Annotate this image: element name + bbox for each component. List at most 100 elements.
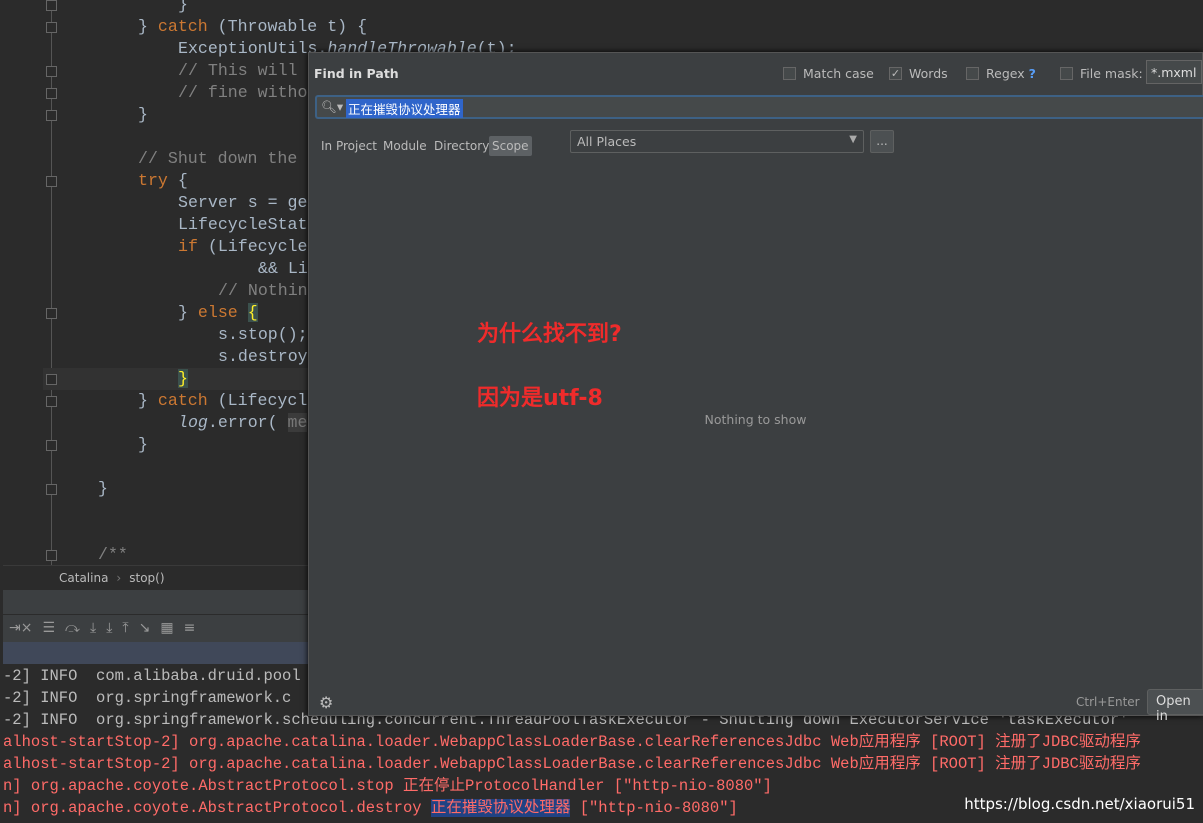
file-mask-input[interactable]: *.mxml	[1146, 60, 1202, 84]
code-token: ExceptionUtils.	[178, 39, 328, 58]
code-line: && Li	[258, 258, 308, 280]
code-token: LifecycleStat	[178, 215, 308, 234]
code-token: (Throwable t) {	[207, 17, 368, 36]
code-line: }	[138, 104, 148, 126]
code-line: s.destroy	[218, 346, 308, 368]
annotation-answer: 因为是utf-8	[477, 386, 603, 411]
regex-checkbox[interactable]: Regex?	[966, 66, 1036, 81]
code-line: }	[98, 478, 108, 500]
code-token: me	[287, 413, 308, 432]
chevron-down-icon: ▼	[849, 134, 857, 145]
step-over-icon[interactable]: ⤼	[65, 620, 80, 636]
code-line: try {	[138, 170, 188, 192]
code-line: Server s = ge	[178, 192, 307, 214]
regex-label: Regex	[986, 66, 1025, 81]
step-into-icon[interactable]: ⤓	[90, 620, 96, 636]
search-input[interactable]: 🔍︎▾ 正在摧毁协议处理器	[315, 95, 1203, 119]
code-token: .error(	[207, 413, 288, 432]
fold-icon[interactable]	[46, 308, 57, 319]
fold-icon[interactable]	[46, 176, 57, 187]
gear-icon[interactable]: ⚙	[319, 693, 333, 712]
code-token: }	[138, 391, 158, 410]
browse-scope-button[interactable]: ...	[870, 130, 894, 153]
code-token: if	[178, 237, 198, 256]
step-out-icon[interactable]: ⤒	[122, 620, 128, 636]
shortcut-hint: Ctrl+Enter	[1076, 695, 1140, 709]
code-line: } catch (Throwable t) {	[138, 16, 367, 38]
code-token: (Lifecycle	[197, 237, 308, 256]
code-token: (Lifecycl	[207, 391, 308, 410]
open-in-find-window-button[interactable]: Open in	[1147, 689, 1203, 724]
code-line: } catch (Lifecycl	[138, 390, 307, 412]
code-token: }	[178, 303, 198, 322]
tab-scope[interactable]: Scope	[489, 136, 532, 156]
code-token: catch	[157, 391, 208, 410]
checkbox-box[interactable]	[1060, 67, 1073, 80]
checkbox-box[interactable]	[783, 67, 796, 80]
force-step-into-icon[interactable]: ⤓	[106, 620, 112, 636]
code-token: catch	[157, 17, 208, 36]
trace-icon[interactable]: ≡	[184, 620, 196, 636]
empty-results: Nothing to show	[704, 412, 807, 427]
code-line: // Nothin	[218, 280, 308, 302]
code-token: }	[178, 369, 188, 388]
checkbox-box[interactable]	[966, 67, 979, 80]
fold-icon[interactable]	[46, 66, 57, 77]
find-in-path-dialog: Find in Path Match case ✓ Words Regex? Fi…	[308, 52, 1203, 724]
run-to-cursor-icon[interactable]: ↘	[139, 620, 151, 636]
fold-icon[interactable]	[46, 110, 57, 121]
console-line: -2] INFO org.springframework.c	[3, 689, 292, 707]
scope-select[interactable]: All Places ▼	[570, 130, 864, 153]
code-line: /**	[98, 544, 128, 565]
dialog-title: Find in Path	[314, 66, 399, 81]
code-line: }	[178, 0, 188, 16]
match-case-checkbox[interactable]: Match case	[783, 66, 874, 81]
code-line: log.error( me	[178, 412, 308, 434]
code-token: // fine witho	[178, 83, 308, 102]
file-mask-checkbox[interactable]: File mask:	[1060, 66, 1143, 81]
code-token: /**	[98, 545, 128, 564]
menu-icon[interactable]: ☰	[42, 620, 55, 636]
fold-icon[interactable]	[46, 396, 57, 407]
regex-help-link[interactable]: ?	[1029, 66, 1036, 81]
console-line: alhost-startStop-2] org.apache.catalina.…	[3, 733, 1141, 751]
code-token: Server s = ge	[178, 193, 308, 212]
code-line: // This will	[178, 60, 298, 82]
evaluate-icon[interactable]: ▦	[160, 620, 173, 636]
fold-icon[interactable]	[46, 484, 57, 495]
words-checkbox[interactable]: ✓ Words	[889, 66, 948, 81]
code-token: // Shut down the	[138, 149, 298, 168]
code-token: {	[167, 171, 188, 190]
code-token: }	[138, 105, 148, 124]
annotation-question: 为什么找不到?	[477, 322, 622, 347]
code-token: {	[247, 303, 258, 322]
fold-icon[interactable]	[46, 0, 57, 11]
fold-icon[interactable]	[46, 22, 57, 33]
pin-close-icon[interactable]: ⇥×	[9, 620, 32, 636]
fold-icon[interactable]	[46, 550, 57, 561]
code-line: LifecycleStat	[178, 214, 307, 236]
code-token: else	[197, 303, 238, 322]
tab-module[interactable]: Module	[380, 136, 430, 156]
file-mask-label: File mask:	[1080, 66, 1143, 81]
code-token: }	[138, 435, 148, 454]
search-history-icon[interactable]: 🔍︎▾	[321, 99, 343, 115]
code-token: s.destroy	[218, 347, 308, 366]
code-token: try	[138, 171, 168, 190]
fold-gutter	[51, 0, 52, 565]
fold-icon[interactable]	[46, 440, 57, 451]
breadcrumb-method[interactable]: stop()	[129, 571, 164, 585]
breadcrumb-class[interactable]: Catalina	[59, 571, 108, 585]
tab-in-project[interactable]: In Project	[318, 136, 380, 156]
tab-directory[interactable]: Directory	[431, 136, 492, 156]
console-line: n] org.apache.coyote.AbstractProtocol.de…	[3, 799, 738, 817]
fold-icon[interactable]	[46, 374, 57, 385]
code-token: }	[178, 0, 188, 14]
watermark: https://blog.csdn.net/xiaorui51	[964, 795, 1195, 813]
selected-text: 正在摧毁协议处理器	[430, 799, 571, 817]
code-token: // Nothin	[218, 281, 308, 300]
check-icon[interactable]: ✓	[889, 67, 902, 80]
fold-icon[interactable]	[46, 88, 57, 99]
console-line: -2] INFO com.alibaba.druid.pool	[3, 667, 301, 685]
